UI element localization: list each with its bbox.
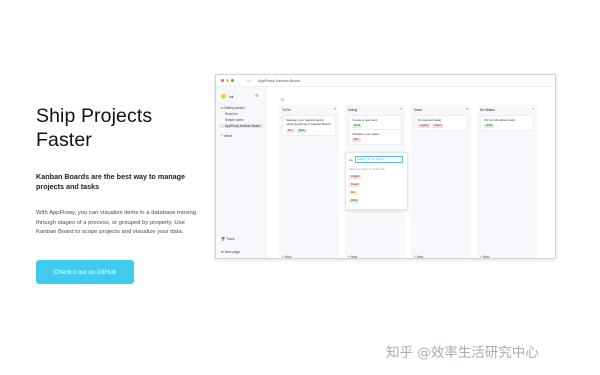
- user-name: lok: [229, 94, 234, 99]
- board-card[interactable]: [To be scheduled task] Work: [480, 115, 534, 132]
- sidebar-section-getting-started[interactable]: ▾ Getting started: [221, 106, 244, 110]
- popover-hint: Select an option or create one: [349, 168, 385, 171]
- board-card[interactable]: Manage your tasks/projects using AppFlow…: [282, 115, 336, 136]
- board-card[interactable]: [Completed task] Urgent Travel: [414, 115, 468, 132]
- chevron-right-icon[interactable]: ›: [405, 183, 406, 187]
- column-title: Done: [414, 108, 423, 112]
- tag-work: Work: [352, 124, 363, 129]
- column-title: No Status: [480, 108, 495, 112]
- tag-fun: Fun: [286, 128, 295, 133]
- sidebar-item-read-me[interactable]: Read me: [225, 112, 238, 116]
- option-label: Urgent: [349, 175, 362, 179]
- window-title: AppFlowy Kanban Board: [258, 79, 301, 83]
- sidebar: lok ⚙ ▾ Getting started Read me Simple n…: [216, 87, 266, 258]
- sidebar-trash[interactable]: 🗑 Trash: [221, 237, 235, 241]
- more-icon[interactable]: ▾: [466, 107, 468, 111]
- avatar: [221, 94, 226, 99]
- tag-work: Work: [484, 124, 495, 129]
- option-label: Fun: [349, 191, 358, 195]
- user-menu[interactable]: lok: [221, 94, 234, 99]
- add-card-button[interactable]: + New: [414, 255, 423, 258]
- new-page-label: New page: [224, 250, 241, 254]
- chevron-right-icon[interactable]: ›: [405, 175, 406, 179]
- more-icon[interactable]: ▾: [334, 107, 336, 111]
- board-card[interactable]: Visualize your tasks Fun: [348, 129, 402, 146]
- option-label: Work: [349, 199, 360, 203]
- tag-urgent: Urgent: [418, 124, 431, 129]
- close-window-dot[interactable]: [221, 79, 224, 82]
- option-search-input[interactable]: Search for an option: [354, 156, 403, 163]
- tag-travel: Travel: [432, 124, 444, 129]
- board-settings-icon[interactable]: ☰: [281, 97, 284, 102]
- column-todo: To Do ▾ Manage your tasks/projects using…: [279, 105, 339, 258]
- hero-title: Ship Projects Faster: [36, 105, 153, 151]
- nav-arrows[interactable]: <>: [247, 79, 251, 83]
- option-travel[interactable]: Travel ›: [349, 183, 406, 187]
- gear-icon[interactable]: ⚙: [255, 93, 259, 98]
- minimize-window-dot[interactable]: [226, 79, 229, 82]
- chevron-right-icon[interactable]: ›: [405, 199, 406, 203]
- hero-section: Ship Projects Faster Kanban Boards are t…: [36, 104, 206, 238]
- hero-description: With AppFlowy, you can visualize items i…: [36, 210, 196, 236]
- github-cta-button[interactable]: Check it out on GitHub: [36, 260, 134, 284]
- chevron-right-icon[interactable]: ›: [405, 191, 406, 195]
- card-title: Manage your tasks/projects using AppFlow…: [286, 118, 331, 127]
- more-icon[interactable]: ▾: [400, 107, 402, 111]
- column-done: Done ▾ [Completed task] Urgent Travel + …: [411, 105, 471, 258]
- watermark: 知乎 @效率生活研究中心: [386, 345, 539, 361]
- column-no-status: No Status ▾ [To be scheduled task] Work …: [477, 105, 537, 258]
- maximize-window-dot[interactable]: [231, 79, 234, 82]
- add-card-button[interactable]: + New: [348, 255, 357, 258]
- option-fun[interactable]: Fun ›: [349, 191, 406, 195]
- add-card-button[interactable]: + New: [480, 255, 489, 258]
- card-title: [Completed task]: [418, 118, 442, 122]
- more-icon[interactable]: ▾: [532, 107, 534, 111]
- tag-fun: Fun: [352, 138, 361, 143]
- sidebar-add-views[interactable]: + Views: [221, 134, 232, 138]
- tag-select-popover: Aa Search for an option Select an option…: [345, 152, 408, 210]
- sidebar-new-page[interactable]: ⊕ New page: [221, 250, 240, 254]
- add-card-button[interactable]: + New: [282, 255, 291, 258]
- tag-work: Work: [296, 128, 307, 133]
- option-work[interactable]: Work ›: [349, 199, 406, 203]
- column-title: Doing: [348, 108, 357, 112]
- kanban-board: ☰ To Do ▾ Manage your tasks/projects usi…: [269, 87, 555, 258]
- card-title: Create a new card: [352, 118, 378, 122]
- trash-label: Trash: [226, 237, 235, 241]
- option-urgent[interactable]: Urgent ›: [349, 175, 406, 179]
- field-type-icon: Aa: [349, 157, 353, 162]
- sidebar-item-simple-notes[interactable]: Simple notes: [225, 118, 243, 122]
- sidebar-item-kanban-board[interactable]: AppFlowy Kanban Board: [219, 124, 263, 128]
- hero-subtitle: Kanban Boards are the best way to manage…: [36, 172, 185, 191]
- option-label: Travel: [349, 183, 361, 187]
- column-title: To Do: [282, 108, 291, 112]
- card-title: [To be scheduled task]: [484, 118, 515, 122]
- card-title: Visualize your tasks: [352, 132, 380, 136]
